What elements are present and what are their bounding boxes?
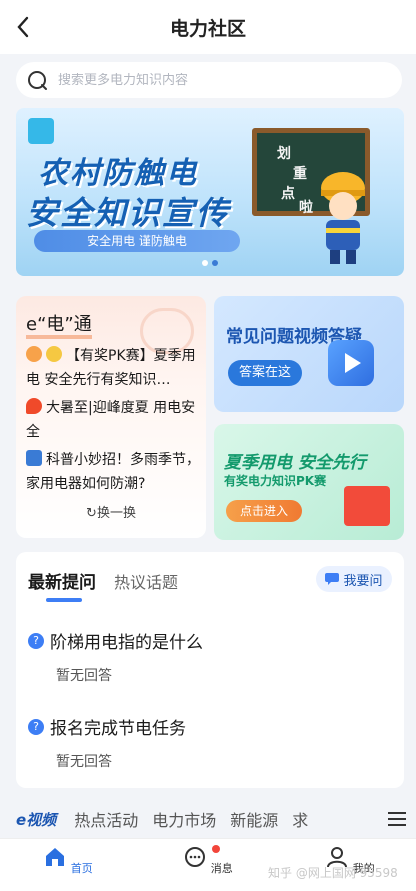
qa-section: 最新提问 热议话题 我要问 ? 阶梯用电指的是什么 暂无回答 ? 报名完成节电任务 …	[16, 552, 404, 788]
gift-box-icon	[344, 486, 390, 526]
question-title: 报名完成节电任务	[50, 719, 186, 739]
tab-hot-topics[interactable]: 热议话题	[114, 569, 178, 593]
menu-icon[interactable]	[388, 812, 406, 826]
pk-title: 夏季用电 安全先行	[224, 453, 366, 473]
active-tab-indicator	[46, 598, 82, 602]
graduation-cap-icon	[26, 450, 42, 466]
card-title: e“电”通	[26, 310, 92, 339]
sun-icon	[26, 346, 42, 362]
unread-badge	[212, 845, 220, 853]
chat-icon	[325, 573, 340, 585]
refresh-label: 换一换	[96, 506, 136, 521]
nav-home-label: 首页	[70, 862, 93, 875]
faq-answer-button[interactable]: 答案在这	[228, 360, 302, 386]
page-title: 电力社区	[169, 17, 246, 40]
question-icon: ?	[28, 718, 44, 735]
channel-power-market[interactable]: 电力市场	[152, 807, 216, 831]
promo-banner[interactable]: 农村防触电 安全知识宣传 安全用电 谨防触电 划 重 点 啦	[16, 108, 404, 276]
faq-video-card[interactable]: 常见问题视频答疑 答案在这	[214, 296, 404, 412]
news-item[interactable]: 大暑至|迎峰度夏 用电安全	[26, 396, 202, 444]
question-title: 阶梯用电指的是什么	[50, 633, 203, 653]
board-char: 重	[293, 166, 307, 182]
news-item[interactable]: 【有奖PK赛】夏季用电 安全先行有奖知识…	[26, 344, 202, 392]
channel-new-energy[interactable]: 新能源	[230, 807, 278, 831]
ask-label: 我要问	[343, 573, 383, 589]
channel-tabs: e视频 热点活动 电力市场 新能源 求	[0, 804, 416, 834]
worker-mascot-illustration	[321, 172, 365, 264]
pk-contest-card[interactable]: 夏季用电 安全先行 有奖电力知识PK赛 点击进入	[214, 424, 404, 540]
page-dot-active	[212, 260, 218, 266]
channel-more[interactable]: 求	[292, 807, 308, 831]
news-item-text: 大暑至|迎峰度夏 用电安全	[26, 400, 196, 440]
question-status: 暂无回答	[56, 668, 112, 684]
search-input[interactable]	[58, 72, 358, 88]
tab-latest-questions[interactable]: 最新提问	[28, 568, 96, 593]
back-button[interactable]	[8, 12, 38, 42]
nav-messages-label: 消息	[210, 862, 233, 875]
question-status: 暂无回答	[56, 754, 112, 770]
ask-question-button[interactable]: 我要问	[316, 566, 392, 592]
card-title-text: e“电”通	[26, 314, 92, 339]
medal-icon	[46, 346, 62, 362]
shield-icon	[28, 118, 54, 144]
banner-pagination	[202, 260, 218, 266]
banner-title-line1: 农村防触电	[38, 156, 198, 191]
channel-e-video[interactable]: e视频	[16, 809, 56, 830]
banner-title-line2: 安全知识宣传	[26, 194, 231, 232]
page-dot	[202, 260, 208, 266]
question-item[interactable]: ? 报名完成节电任务 暂无回答	[28, 714, 388, 771]
pk-enter-button[interactable]: 点击进入	[226, 500, 302, 522]
refresh-button[interactable]: ↻换一换	[16, 502, 206, 521]
watermark: 知乎 @网上国网 95598	[268, 866, 398, 880]
e-dian-tong-card[interactable]: e“电”通 【有奖PK赛】夏季用电 安全先行有奖知识… 大暑至|迎峰度夏 用电安…	[16, 296, 206, 538]
search-icon	[28, 71, 47, 90]
nav-home[interactable]: 首页	[38, 845, 98, 876]
play-icon	[328, 340, 374, 386]
refresh-icon: ↻	[86, 506, 97, 521]
question-item[interactable]: ? 阶梯用电指的是什么 暂无回答	[28, 628, 388, 685]
question-title-row: ? 报名完成节电任务	[28, 714, 388, 739]
news-item-text: 科普小妙招！多雨季节，家用电器如何防潮?	[26, 452, 200, 492]
nav-messages[interactable]: 消息	[178, 845, 238, 876]
channel-hot-events[interactable]: 热点活动	[74, 807, 138, 831]
message-icon	[185, 847, 206, 867]
banner-tagline: 安全用电 谨防触电	[34, 230, 240, 252]
question-icon: ?	[28, 632, 44, 649]
search-bar[interactable]	[16, 62, 402, 98]
home-icon	[46, 848, 65, 866]
top-bar: 电力社区	[0, 0, 416, 54]
board-char: 点	[281, 186, 295, 202]
pk-subtitle: 有奖电力知识PK赛	[224, 474, 327, 488]
question-title-row: ? 阶梯用电指的是什么	[28, 628, 388, 653]
fire-icon	[26, 398, 42, 414]
news-item[interactable]: 科普小妙招！多雨季节，家用电器如何防潮?	[26, 448, 202, 496]
chevron-left-icon	[17, 16, 29, 38]
board-char: 划	[277, 146, 291, 162]
